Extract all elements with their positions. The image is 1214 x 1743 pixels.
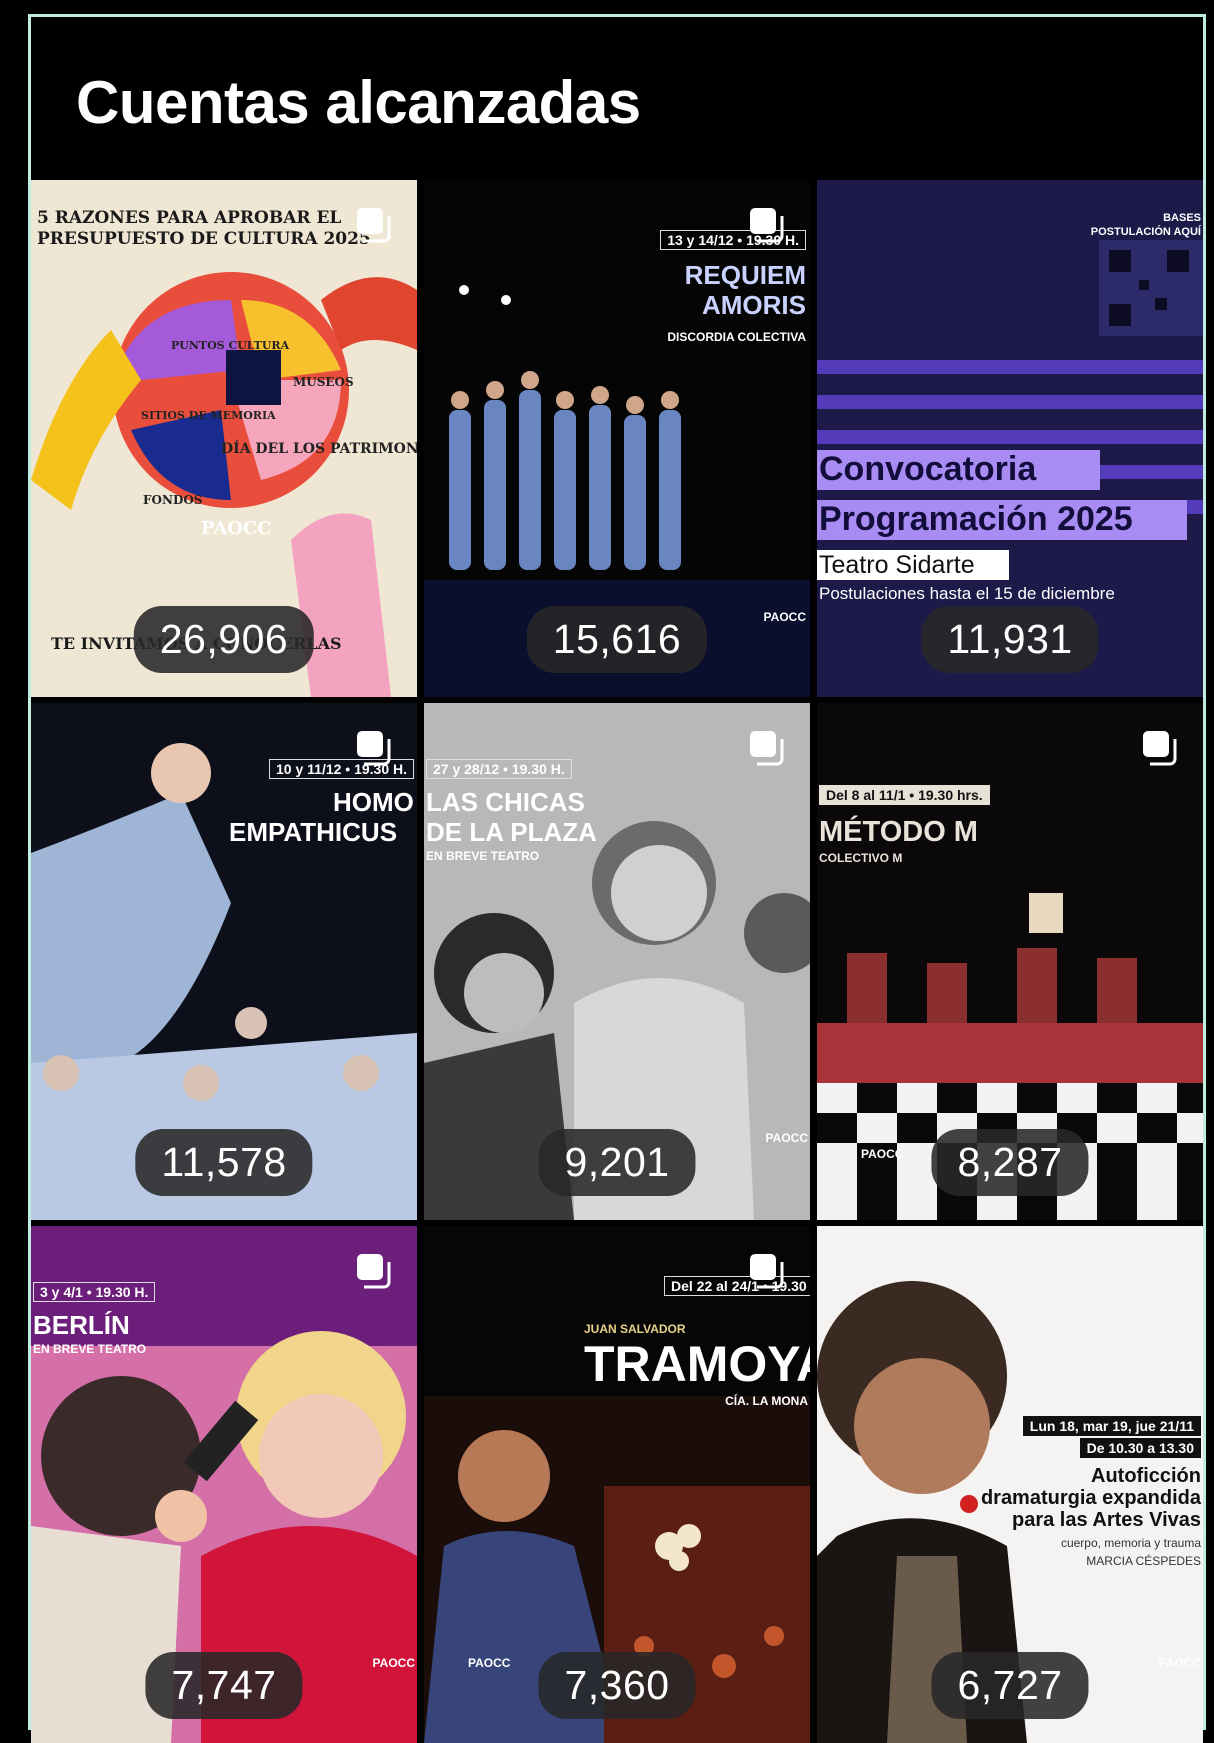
post-tile-5[interactable]: 27 y 28/12 • 19.30 H. LAS CHICAS DE LA P…	[424, 703, 810, 1220]
post-9-title-line2: dramaturgia expandida	[980, 1487, 1201, 1509]
reach-count: 26,906	[133, 606, 315, 673]
post-3-bases: BASES	[1163, 212, 1201, 224]
post-6-logo: PAOCC	[861, 1147, 904, 1161]
reach-count: 15,616	[526, 606, 708, 673]
post-3-postulacion: POSTULACIÓN AQUÍ	[1090, 226, 1201, 238]
post-2-title-line1: REQUIEM	[684, 260, 806, 290]
page-title: Cuentas alcanzadas	[76, 69, 641, 136]
post-tile-1[interactable]: 5 RAZONES PARA APROBAR EL PRESUPUESTO DE…	[31, 180, 417, 697]
post-4-title-line1: HOMO	[333, 787, 414, 817]
post-tile-4[interactable]: 10 y 11/12 • 19.30 H. HOMO EMPATHICUS 11…	[31, 703, 417, 1220]
post-5-logo: PAOCC	[765, 1131, 808, 1145]
post-6-date: Del 8 al 11/1 • 19.30 hrs.	[819, 785, 990, 805]
post-5-date: 27 y 28/12 • 19.30 H.	[426, 759, 572, 779]
post-3-title-line2: Programación 2025	[819, 500, 1133, 538]
post-tile-8[interactable]: Del 22 al 24/1 • 19.30 JUAN SALVADOR TRA…	[424, 1226, 810, 1743]
post-grid: 5 RAZONES PARA APROBAR EL PRESUPUESTO DE…	[31, 180, 1203, 1743]
post-3-deadline: Postulaciones hasta el 15 de diciembre	[819, 584, 1115, 603]
post-tile-6[interactable]: Del 8 al 11/1 • 19.30 hrs. MÉTODO M COLE…	[817, 703, 1203, 1220]
reach-count: 11,578	[135, 1129, 313, 1196]
post-7-company: EN BREVE TEATRO	[33, 1342, 147, 1356]
post-1-label-sitios: SITIOS DE MEMORIA	[141, 409, 276, 422]
reach-count: 11,931	[921, 606, 1099, 673]
post-3-venue: Teatro Sidarte	[819, 551, 975, 579]
post-9-date-line2: De 10.30 a 13.30	[1079, 1438, 1201, 1458]
reach-count: 7,360	[538, 1652, 696, 1719]
carousel-icon	[357, 731, 391, 766]
post-tile-9[interactable]: Lun 18, mar 19, jue 21/11 De 10.30 a 13.…	[817, 1226, 1203, 1743]
post-1-headline-line1: 5 RAZONES PARA APROBAR EL	[37, 208, 342, 228]
post-7-date: 3 y 4/1 • 19.30 H.	[33, 1282, 156, 1302]
post-8-date: Del 22 al 24/1 • 19.30	[664, 1276, 810, 1296]
post-5-title-line1: LAS CHICAS	[426, 787, 585, 817]
post-1-headline-line2: PRESUPUESTO DE CULTURA 2025	[37, 229, 371, 249]
post-tile-2[interactable]: 13 y 14/12 • 19.30 H. REQUIEM AMORIS DIS…	[424, 180, 810, 697]
carousel-icon	[750, 1254, 784, 1289]
post-9-subtitle: cuerpo, memoria y trauma	[1060, 1536, 1201, 1550]
reach-count: 6,727	[931, 1652, 1089, 1719]
post-5-title-line2: DE LA PLAZA	[426, 817, 597, 847]
post-6-title: MÉTODO M	[819, 816, 978, 848]
carousel-icon	[750, 731, 784, 766]
carousel-icon	[357, 1254, 391, 1289]
post-2-title-line2: AMORIS	[702, 290, 806, 320]
post-1-label-paocc: PAOCC	[201, 518, 272, 539]
post-9-title-line1: Autoficción	[1091, 1465, 1201, 1487]
carousel-icon	[357, 208, 391, 243]
post-8-title: TRAMOYA	[584, 1336, 810, 1392]
post-1-label-puntos: PUNTOS CULTURA	[171, 339, 290, 352]
carousel-icon	[750, 208, 784, 243]
carousel-icon	[1143, 731, 1177, 766]
post-4-title-line2: EMPATHICUS	[229, 817, 398, 847]
post-6-company: COLECTIVO M	[819, 851, 903, 865]
post-tile-7[interactable]: 3 y 4/1 • 19.30 H. BERLÍN EN BREVE TEATR…	[31, 1226, 417, 1743]
post-tile-3[interactable]: BASES POSTULACIÓN AQUÍ Convocatoria Prog…	[817, 180, 1203, 697]
post-1-label-museos: MUSEOS	[293, 375, 354, 389]
post-3-title-line1: Convocatoria	[819, 450, 1037, 488]
post-1-label-fondos: FONDOS	[143, 493, 203, 507]
post-9-date-line1: Lun 18, mar 19, jue 21/11	[1022, 1416, 1201, 1436]
post-7-logo: PAOCC	[372, 1656, 415, 1670]
reach-count: 7,747	[145, 1652, 303, 1719]
post-9-logo: PAOCC	[1158, 1656, 1201, 1670]
post-9-author: MARCIA CÉSPEDES	[1086, 1554, 1201, 1568]
post-8-logo: PAOCC	[468, 1656, 511, 1670]
post-5-company: EN BREVE TEATRO	[426, 849, 540, 863]
post-9-title-line3: para las Artes Vivas	[1011, 1509, 1201, 1531]
post-2-logo: PAOCC	[763, 610, 806, 624]
reach-count: 9,201	[538, 1129, 696, 1196]
post-7-title: BERLÍN	[33, 1310, 130, 1340]
post-8-company: CÍA. LA MONA	[725, 1394, 808, 1408]
post-1-label-patrimonios: DÍA DEL LOS PATRIMONIOS	[221, 441, 417, 457]
post-2-company: DISCORDIA COLECTIVA	[667, 330, 806, 344]
post-8-kicker: JUAN SALVADOR	[584, 1322, 686, 1336]
reach-count: 8,287	[931, 1129, 1089, 1196]
